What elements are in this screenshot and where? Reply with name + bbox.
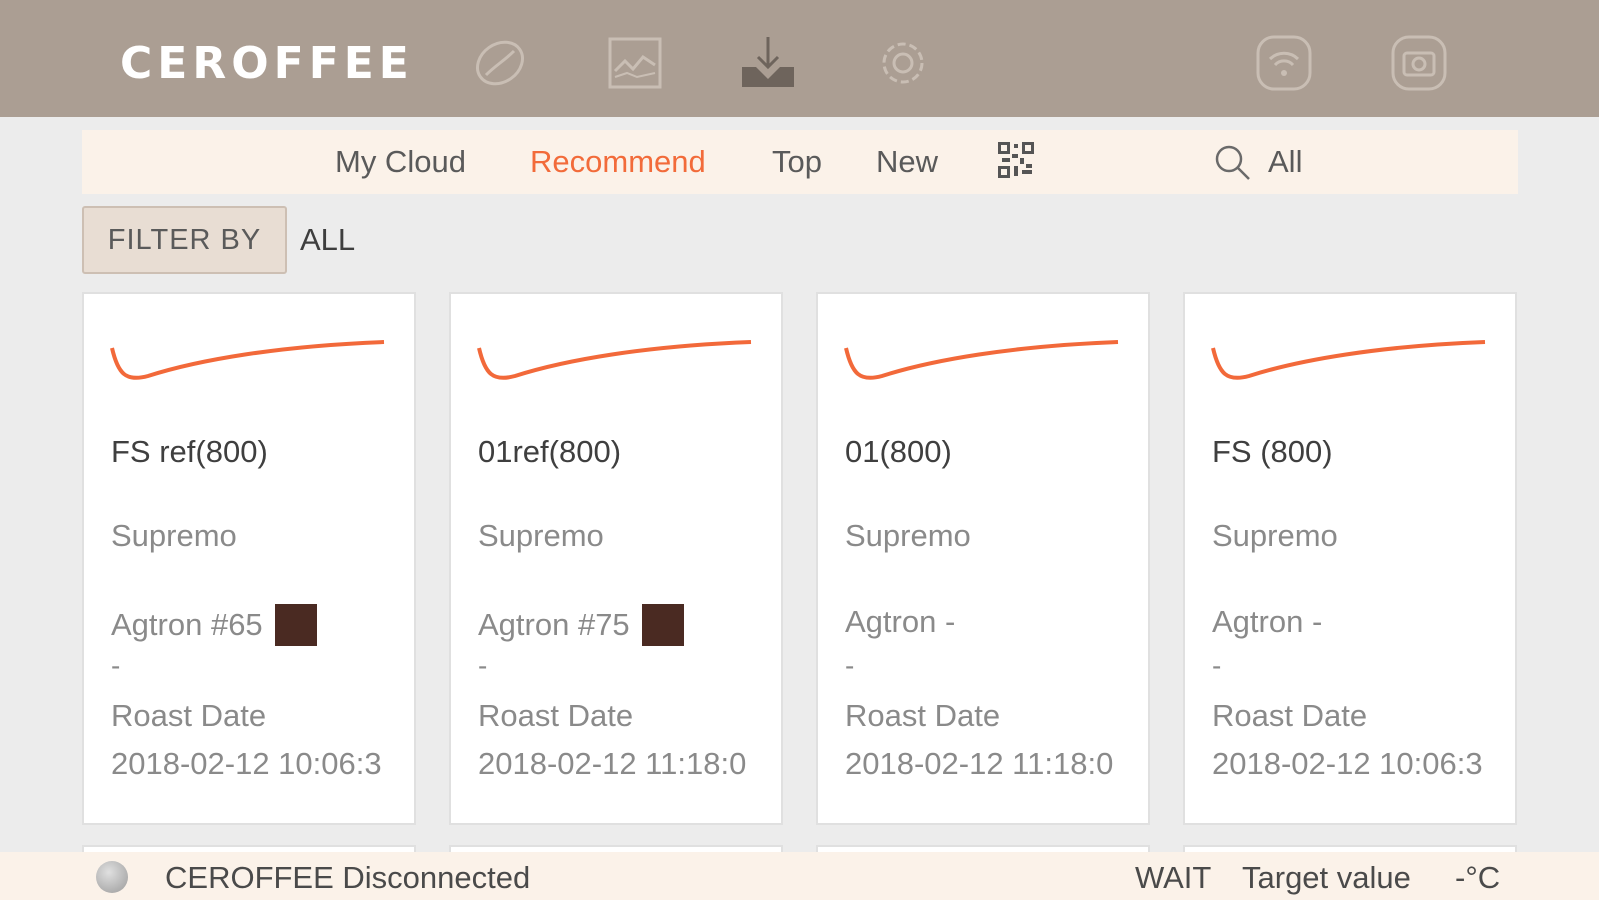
- filter-value: ALL: [300, 222, 356, 257]
- bean-name: Supremo: [845, 518, 971, 553]
- app-logo: CEROFFEE: [120, 38, 414, 89]
- roast-date-label: Roast Date: [478, 698, 634, 733]
- download-icon[interactable]: [738, 33, 798, 93]
- agtron-color-swatch: [274, 604, 317, 646]
- bean-name: Supremo: [478, 518, 604, 553]
- search-icon[interactable]: [1212, 142, 1252, 182]
- agtron-row: Agtron -: [1212, 604, 1322, 640]
- tab-top[interactable]: Top: [772, 144, 822, 180]
- roast-date-value: 2018-02-12 11:18:0: [845, 746, 1114, 781]
- coffee-bean-icon[interactable]: [470, 33, 530, 93]
- dash-text: -: [1212, 650, 1222, 681]
- roast-date-label: Roast Date: [1212, 698, 1368, 733]
- profile-card[interactable]: 01ref(800) Supremo Agtron #75 - Roast Da…: [449, 292, 783, 825]
- bean-name: Supremo: [1212, 518, 1338, 553]
- target-value-reading: -°C: [1455, 860, 1501, 895]
- roast-curve: [844, 340, 1119, 380]
- profile-name: FS ref(800): [111, 434, 268, 469]
- roast-date-label: Roast Date: [111, 698, 267, 733]
- bean-name: Supremo: [111, 518, 237, 553]
- profile-card[interactable]: FS (800) Supremo Agtron - - Roast Date 2…: [1183, 292, 1517, 825]
- dash-text: -: [845, 650, 855, 681]
- connection-status-text: CEROFFEE Disconnected: [165, 860, 531, 895]
- profile-name: 01(800): [845, 434, 952, 469]
- profile-name: FS (800): [1212, 434, 1333, 469]
- camera-icon[interactable]: [1389, 33, 1449, 93]
- profile-card[interactable]: FS ref(800) Supremo Agtron #65 - Roast D…: [82, 292, 416, 825]
- agtron-row: Agtron -: [845, 604, 955, 640]
- dash-text: -: [111, 650, 121, 681]
- roast-date-value: 2018-02-12 10:06:3: [111, 746, 382, 781]
- agtron-value: Agtron -: [845, 604, 956, 639]
- dash-text: -: [478, 650, 488, 681]
- roast-date-value: 2018-02-12 11:18:0: [478, 746, 747, 781]
- machine-state-text: WAIT: [1135, 860, 1212, 895]
- filter-by-button[interactable]: FILTER BY: [82, 206, 287, 274]
- roast-curve: [477, 340, 752, 380]
- tab-new[interactable]: New: [876, 144, 938, 180]
- profile-card[interactable]: 01(800) Supremo Agtron - - Roast Date 20…: [816, 292, 1150, 825]
- agtron-row: Agtron #75: [478, 604, 684, 646]
- chart-icon[interactable]: [605, 33, 665, 93]
- tab-recommend[interactable]: Recommend: [530, 144, 706, 180]
- profile-name: 01ref(800): [478, 434, 622, 469]
- agtron-value: Agtron #75: [478, 607, 630, 642]
- roast-curve: [110, 340, 385, 380]
- roast-date-label: Roast Date: [845, 698, 1001, 733]
- tab-my-cloud[interactable]: My Cloud: [335, 144, 466, 180]
- search-scope-label[interactable]: All: [1268, 144, 1302, 180]
- gear-icon[interactable]: [873, 33, 933, 93]
- agtron-color-swatch: [641, 604, 684, 646]
- roast-curve: [1211, 340, 1486, 380]
- agtron-row: Agtron #65: [111, 604, 317, 646]
- target-value-label: Target value: [1242, 860, 1411, 895]
- qr-code-icon[interactable]: [996, 140, 1036, 180]
- agtron-value: Agtron #65: [111, 607, 263, 642]
- connection-status-indicator: [96, 861, 128, 893]
- agtron-value: Agtron -: [1212, 604, 1323, 639]
- wifi-icon[interactable]: [1254, 33, 1314, 93]
- roast-date-value: 2018-02-12 10:06:3: [1212, 746, 1483, 781]
